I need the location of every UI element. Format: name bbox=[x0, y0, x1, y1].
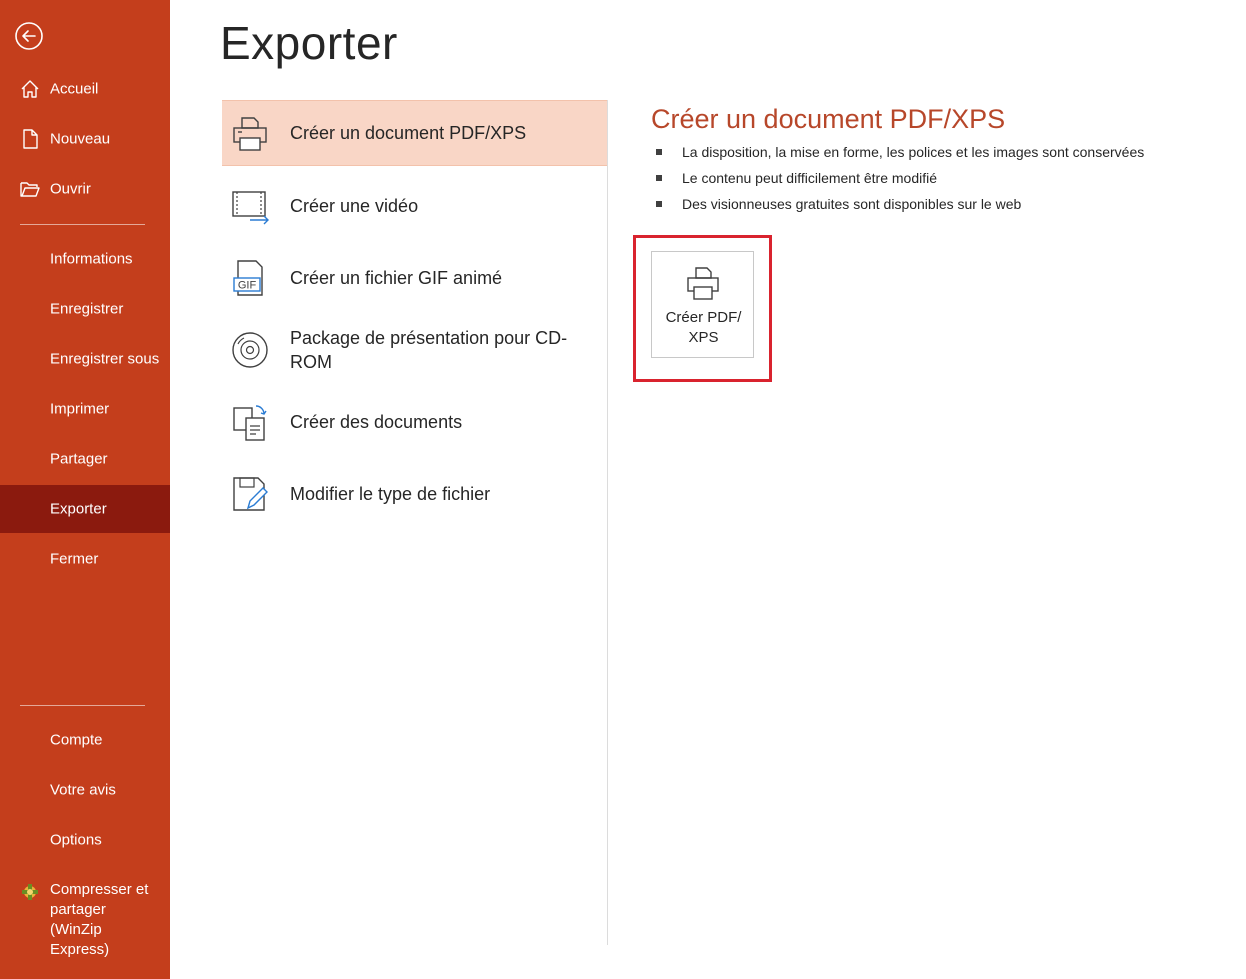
home-icon bbox=[21, 80, 39, 98]
create-pdf-xps-label: Créer PDF/ XPS bbox=[665, 309, 742, 346]
detail-title: Créer un document PDF/XPS bbox=[651, 104, 1006, 134]
sidebar-item-winzip[interactable]: Compresser et partager (WinZip Express) bbox=[0, 880, 170, 960]
option-create-video[interactable]: Créer une vidéo bbox=[222, 180, 607, 232]
documents-icon bbox=[233, 405, 267, 441]
option-create-documents[interactable]: Créer des documents bbox=[222, 396, 607, 448]
create-pdf-xps-button[interactable]: Créer PDF/ XPS bbox=[651, 251, 754, 358]
sidebar-item-options[interactable]: Options bbox=[0, 816, 170, 864]
sidebar-item-label: Enregistrer bbox=[50, 300, 124, 318]
option-label: Package de présentation pour CD-ROM bbox=[290, 328, 568, 372]
option-create-pdf-xps[interactable]: Créer un document PDF/XPS bbox=[222, 100, 607, 166]
sidebar-item-label: Nouveau bbox=[50, 130, 111, 148]
gif-icon-text: GIF bbox=[238, 280, 257, 292]
sidebar-item-label: Options bbox=[50, 831, 102, 849]
sidebar-item-informations[interactable]: Informations bbox=[0, 235, 170, 283]
gif-icon: GIF bbox=[233, 260, 263, 296]
open-folder-icon bbox=[20, 182, 40, 197]
sidebar-item-nouveau[interactable]: Nouveau bbox=[0, 115, 170, 163]
option-label: Créer des documents bbox=[290, 412, 463, 432]
sidebar-item-ouvrir[interactable]: Ouvrir bbox=[0, 165, 170, 213]
sidebar-item-fermer[interactable]: Fermer bbox=[0, 535, 170, 583]
file-type-icon bbox=[233, 477, 268, 511]
winzip-icon bbox=[22, 884, 38, 900]
option-create-gif[interactable]: GIF Créer un fichier GIF animé bbox=[222, 252, 607, 304]
option-package-cdrom[interactable]: Package de présentation pour CD-ROM bbox=[222, 322, 607, 378]
sidebar-item-enregistrer[interactable]: Enregistrer bbox=[0, 285, 170, 333]
page-title: Exporter bbox=[220, 17, 398, 69]
cd-icon bbox=[232, 332, 268, 368]
sidebar-divider bbox=[20, 224, 145, 225]
sidebar-item-partager[interactable]: Partager bbox=[0, 435, 170, 483]
pdf-printer-icon bbox=[687, 267, 719, 300]
sidebar-item-exporter[interactable]: Exporter bbox=[0, 485, 170, 533]
sidebar-item-label: Accueil bbox=[50, 80, 99, 98]
list-item: Des visionneuses gratuites sont disponib… bbox=[656, 193, 1144, 219]
sidebar-item-label: Imprimer bbox=[50, 400, 110, 418]
pdf-printer-icon bbox=[233, 117, 267, 151]
sidebar-item-label: Exporter bbox=[50, 500, 107, 518]
video-icon bbox=[232, 191, 269, 225]
list-item: Le contenu peut difficilement être modif… bbox=[656, 167, 1144, 193]
sidebar-item-label: Enregistrer sous bbox=[50, 350, 160, 368]
back-arrow-icon[interactable] bbox=[14, 21, 44, 51]
list-item: La disposition, la mise en forme, les po… bbox=[656, 141, 1144, 167]
sidebar-item-votre-avis[interactable]: Votre avis bbox=[0, 766, 170, 814]
sidebar-item-accueil[interactable]: Accueil bbox=[0, 65, 170, 113]
sidebar-item-label: Ouvrir bbox=[50, 180, 91, 198]
sidebar-divider bbox=[20, 705, 145, 706]
sidebar-item-label: Votre avis bbox=[50, 781, 116, 799]
sidebar-item-compte[interactable]: Compte bbox=[0, 716, 170, 764]
sidebar-item-imprimer[interactable]: Imprimer bbox=[0, 385, 170, 433]
sidebar-item-label: Compresser et partager (WinZip Express) bbox=[50, 881, 149, 958]
sidebar-item-label: Partager bbox=[50, 450, 108, 468]
option-label: Modifier le type de fichier bbox=[290, 484, 491, 504]
option-label: Créer un fichier GIF animé bbox=[290, 268, 503, 288]
sidebar-item-label: Informations bbox=[50, 250, 133, 268]
new-document-icon bbox=[23, 129, 38, 149]
export-options-list: Créer un document PDF/XPS Créer une vidé… bbox=[222, 100, 608, 945]
option-change-file-type[interactable]: Modifier le type de fichier bbox=[222, 468, 607, 520]
option-label: Créer une vidéo bbox=[290, 196, 419, 216]
sidebar-item-label: Fermer bbox=[50, 550, 99, 568]
feature-list: La disposition, la mise en forme, les po… bbox=[656, 141, 1144, 219]
sidebar-item-enregistrer-sous[interactable]: Enregistrer sous bbox=[0, 335, 170, 383]
backstage-sidebar: Accueil Nouveau Ouvrir Informations Enre… bbox=[0, 0, 170, 979]
sidebar-item-label: Compte bbox=[50, 731, 103, 749]
option-label: Créer un document PDF/XPS bbox=[290, 123, 527, 143]
